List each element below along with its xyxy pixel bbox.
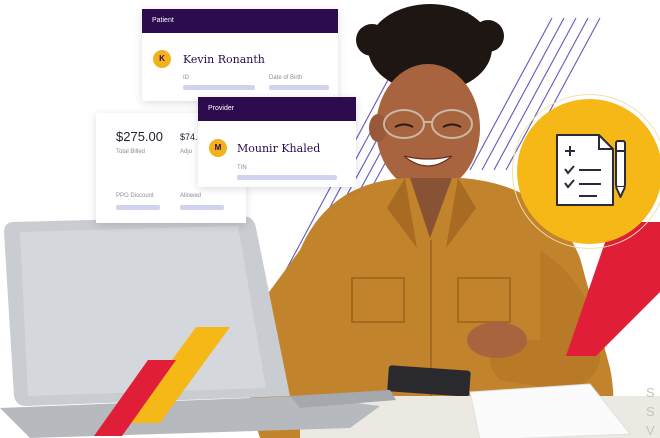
claim-icon-badge (517, 99, 660, 244)
ppo-discount-field (116, 205, 160, 210)
patient-dob-field (269, 85, 329, 90)
total-billed-amount: $275.00 (116, 129, 163, 144)
provider-card-header: Provider (198, 97, 356, 121)
adjusted-amount: $74. (180, 132, 198, 142)
patient-id-field (183, 85, 255, 90)
patient-card-header: Patient (142, 9, 338, 33)
adjusted-label: Adju (180, 149, 193, 155)
corner-text-1: S (646, 385, 655, 400)
provider-tin-label: TIN (237, 165, 247, 171)
total-billed-label: Total Billed (116, 149, 146, 155)
allowed-label: Allowed (180, 193, 202, 199)
provider-tin-field (237, 175, 337, 180)
corner-text-2: S (646, 404, 655, 419)
provider-name: Mounir Khaled (237, 142, 321, 155)
patient-name: Kevin Ronanth (183, 53, 265, 66)
patient-id-label: ID (183, 75, 189, 81)
hero-banner: Patient K Kevin Ronanth ID Date of Birth… (0, 0, 660, 438)
patient-dob-label: Date of Birth (269, 75, 303, 81)
provider-card: Provider M Mounir Khaled TIN (198, 97, 356, 187)
claim-form-checklist-icon (556, 134, 626, 206)
corner-text-3: V (646, 423, 655, 438)
ppo-discount-label: PPO Discount (116, 193, 154, 199)
allowed-field (180, 205, 224, 210)
patient-avatar: K (153, 50, 171, 68)
provider-avatar: M (209, 139, 227, 157)
patient-card: Patient K Kevin Ronanth ID Date of Birth (142, 9, 338, 101)
